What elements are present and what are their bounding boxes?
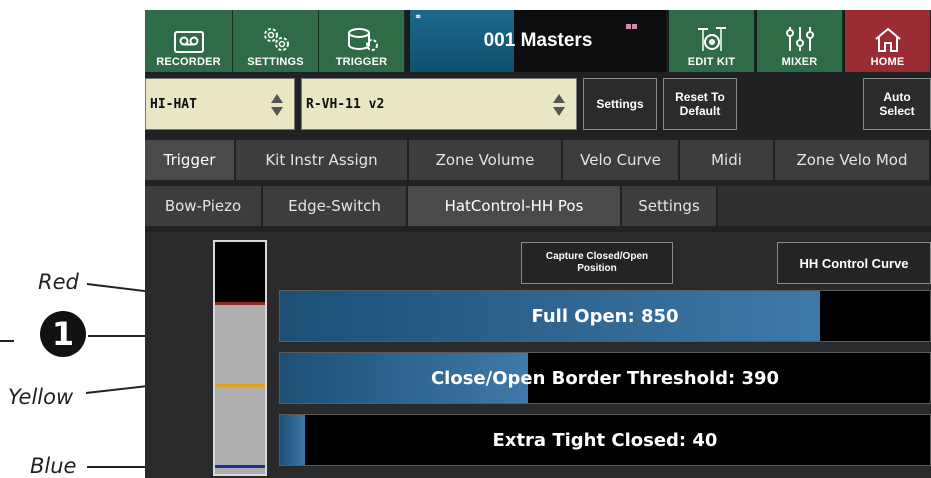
instrument-selector[interactable]: HI-HAT: [145, 78, 295, 130]
callout-yellow-label: Yellow: [8, 385, 74, 409]
mixer-button[interactable]: MIXER: [757, 10, 843, 72]
callout-number-tick: [0, 340, 14, 342]
reset-to-default-button[interactable]: Reset To Default: [663, 78, 737, 130]
tab-hatcontrol-hh-pos[interactable]: HatControl-HH Pos: [408, 186, 622, 226]
meter-marker-yellow: [215, 383, 265, 387]
trigger-label: TRIGGER: [335, 56, 388, 68]
settings-label: SETTINGS: [247, 56, 304, 68]
secondary-tab-bar: Bow-Piezo Edge-Switch HatControl-HH Pos …: [145, 186, 931, 226]
primary-tab-bar: Trigger Kit Instr Assign Zone Volume Vel…: [145, 140, 931, 180]
tab-kit-instr-assign[interactable]: Kit Instr Assign: [236, 140, 409, 180]
up-down-arrows-icon[interactable]: [270, 93, 284, 117]
up-down-arrows-icon[interactable]: [552, 93, 566, 117]
gears-icon: [263, 28, 289, 51]
recorder-button[interactable]: RECORDER: [145, 10, 233, 72]
full-open-bar[interactable]: Full Open: 850: [279, 290, 931, 342]
drum-kit-icon: [697, 27, 726, 51]
edit-kit-button[interactable]: EDIT KIT: [669, 10, 755, 72]
tab-trigger[interactable]: Trigger: [145, 140, 236, 180]
meter-marker-blue: [215, 464, 265, 468]
home-icon: [874, 27, 901, 52]
border-threshold-bar[interactable]: Close/Open Border Threshold: 390: [279, 352, 931, 404]
tab-zone-volume[interactable]: Zone Volume: [409, 140, 563, 180]
edit-kit-label: EDIT KIT: [687, 56, 736, 68]
kit-name-display[interactable]: ⚭ 001 Masters: [410, 10, 666, 72]
tab-bow-piezo[interactable]: Bow-Piezo: [145, 186, 263, 226]
tab-zone-velo-mod[interactable]: Zone Velo Mod: [775, 140, 931, 180]
home-button[interactable]: HOME: [845, 10, 931, 72]
home-label: HOME: [870, 56, 905, 68]
hat-control-panel: Capture Closed/Open Position HH Control …: [145, 232, 931, 478]
module-screen: RECORDER SETTINGS TRIGGER ⚭ 001 Masters …: [145, 10, 931, 478]
recorder-label: RECORDER: [156, 56, 221, 68]
trigger-type-selector[interactable]: R-VH-11 v2: [301, 78, 577, 130]
top-bar: RECORDER SETTINGS TRIGGER ⚭ 001 Masters …: [145, 10, 931, 72]
capture-position-button[interactable]: Capture Closed/Open Position: [521, 242, 673, 284]
trigger-button[interactable]: TRIGGER: [319, 10, 405, 72]
settings-button[interactable]: SETTINGS: [233, 10, 319, 72]
tab-settings[interactable]: Settings: [622, 186, 718, 226]
extra-tight-closed-bar[interactable]: Extra Tight Closed: 40: [279, 414, 931, 466]
selector-row: HI-HAT R-VH-11 v2 Settings Reset To Defa…: [145, 76, 931, 134]
callout-number-badge: 1: [40, 311, 86, 357]
tab-midi[interactable]: Midi: [680, 140, 775, 180]
trigger-settings-button[interactable]: Settings: [583, 78, 657, 130]
hh-control-curve-button[interactable]: HH Control Curve: [777, 242, 931, 284]
border-threshold-text: Close/Open Border Threshold: 390: [430, 367, 780, 389]
trigger-type-value: R-VH-11 v2: [306, 96, 385, 112]
tab-edge-switch[interactable]: Edge-Switch: [263, 186, 408, 226]
full-open-text: Full Open: 850: [531, 305, 679, 327]
extra-tight-closed-text: Extra Tight Closed: 40: [492, 429, 718, 451]
auto-select-button[interactable]: Auto Select: [863, 78, 931, 130]
meter-empty-area: [215, 242, 265, 303]
hihat-position-meter: [213, 240, 267, 476]
cassette-icon: [173, 31, 204, 53]
mixer-sliders-icon: [785, 27, 814, 51]
tab-velo-curve[interactable]: Velo Curve: [563, 140, 680, 180]
mixer-label: MIXER: [781, 56, 818, 68]
callout-blue-label: Blue: [30, 454, 77, 478]
instrument-value: HI-HAT: [150, 96, 197, 112]
drum-gear-icon: [347, 28, 378, 51]
kit-name-text: 001 Masters: [483, 30, 593, 51]
meter-marker-red: [215, 302, 265, 306]
callout-red-label: Red: [38, 270, 79, 294]
